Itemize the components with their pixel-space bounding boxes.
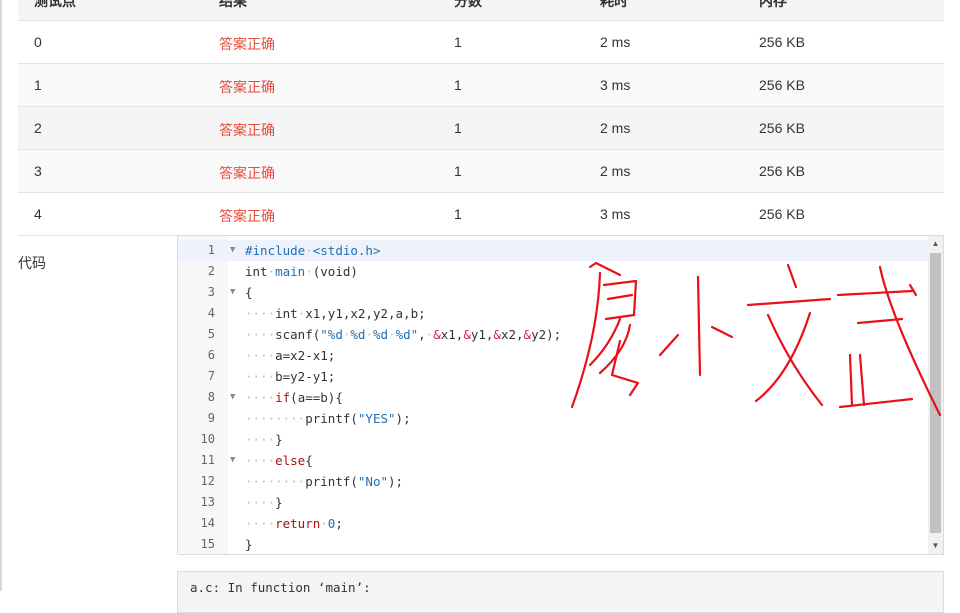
line-number: 12 [200,474,215,488]
table-row: 4 答案正确 1 3 ms 256 KB [18,193,944,236]
code-line[interactable]: 14 ····return·0; [178,513,928,534]
table-row: 0 答案正确 1 2 ms 256 KB [18,21,944,64]
cell-score: 1 [454,163,462,179]
code-line[interactable]: 15 } [178,534,928,554]
table-row: 2 答案正确 1 2 ms 256 KB [18,107,944,150]
stroke [786,263,798,289]
stroke [606,293,634,301]
cell-score: 1 [454,34,462,50]
line-number: 11 [200,453,215,467]
stroke [878,265,942,417]
cell-result: 答案正确 [219,208,275,224]
stroke [754,311,812,403]
cell-score: 1 [454,206,462,222]
line-number: 15 [200,537,215,551]
cell-result: 答案正确 [219,165,275,181]
cell-point: 4 [34,206,42,222]
cell-score: 1 [454,77,462,93]
stroke [766,313,824,407]
cell-memory: 256 KB [759,163,805,179]
line-number: 14 [200,516,215,530]
stroke [848,353,854,407]
fold-arrow-icon[interactable]: ▼ [230,387,235,408]
stroke [746,297,832,307]
code-line[interactable]: 11 ▼ ····else{ [178,450,928,471]
line-number: 6 [207,348,215,362]
cell-time: 3 ms [600,77,631,93]
stroke [658,333,680,357]
line-number: 1 [207,243,215,257]
stroke [856,317,904,325]
fold-arrow-icon[interactable]: ▼ [230,240,235,261]
stroke [710,325,734,339]
cell-time: 2 ms [600,120,631,136]
compile-output-text: a.c: In function ‘main’: [190,580,371,595]
stroke [588,261,622,277]
line-number: 7 [207,369,215,383]
cell-point: 3 [34,163,42,179]
scroll-down-arrow-icon[interactable]: ▼ [928,538,943,554]
cell-point: 1 [34,77,42,93]
code-label: 代码 [18,255,46,271]
scroll-up-arrow-icon[interactable]: ▲ [928,236,943,252]
cell-point: 2 [34,120,42,136]
cell-memory: 256 KB [759,34,805,50]
cell-memory: 256 KB [759,77,805,93]
header-memory: 内存 [759,0,787,9]
line-number: 9 [207,411,215,425]
line-number: 8 [207,390,215,404]
stroke [836,289,914,297]
line-number: 10 [200,432,215,446]
line-number: 3 [207,285,215,299]
line-number: 5 [207,327,215,341]
table-header: 测试点 结果 分数 耗时 内存 [18,0,944,21]
table-row: 1 答案正确 1 3 ms 256 KB [18,64,944,107]
line-number: 2 [207,264,215,278]
cell-memory: 256 KB [759,120,805,136]
stroke [610,339,640,397]
header-time: 耗时 [600,0,628,9]
header-result: 结果 [219,0,247,9]
cell-result: 答案正确 [219,79,275,95]
line-number: 4 [207,306,215,320]
handwritten-annotation [570,261,942,417]
fold-arrow-icon[interactable]: ▼ [230,282,235,303]
cell-result: 答案正确 [219,122,275,138]
stroke [696,275,702,377]
code-line[interactable]: 12 ········printf("No"); [178,471,928,492]
table-row: 3 答案正确 1 2 ms 256 KB [18,150,944,193]
compile-output: a.c: In function ‘main’: [177,571,944,613]
cell-time: 2 ms [600,34,631,50]
cell-time: 2 ms [600,163,631,179]
cell-time: 3 ms [600,206,631,222]
cell-point: 0 [34,34,42,50]
header-score: 分数 [454,0,482,9]
stroke [602,279,638,321]
header-point: 测试点 [34,0,76,9]
stroke [570,271,602,409]
fold-arrow-icon[interactable]: ▼ [230,450,235,471]
left-border [0,0,2,591]
stroke [858,353,866,407]
code-line[interactable]: 13 ····} [178,492,928,513]
results-table: 测试点 结果 分数 耗时 内存 0 答案正确 1 2 ms 256 KB 1 答… [18,0,944,236]
line-number: 13 [200,495,215,509]
cell-score: 1 [454,120,462,136]
cell-memory: 256 KB [759,206,805,222]
cell-result: 答案正确 [219,36,275,52]
